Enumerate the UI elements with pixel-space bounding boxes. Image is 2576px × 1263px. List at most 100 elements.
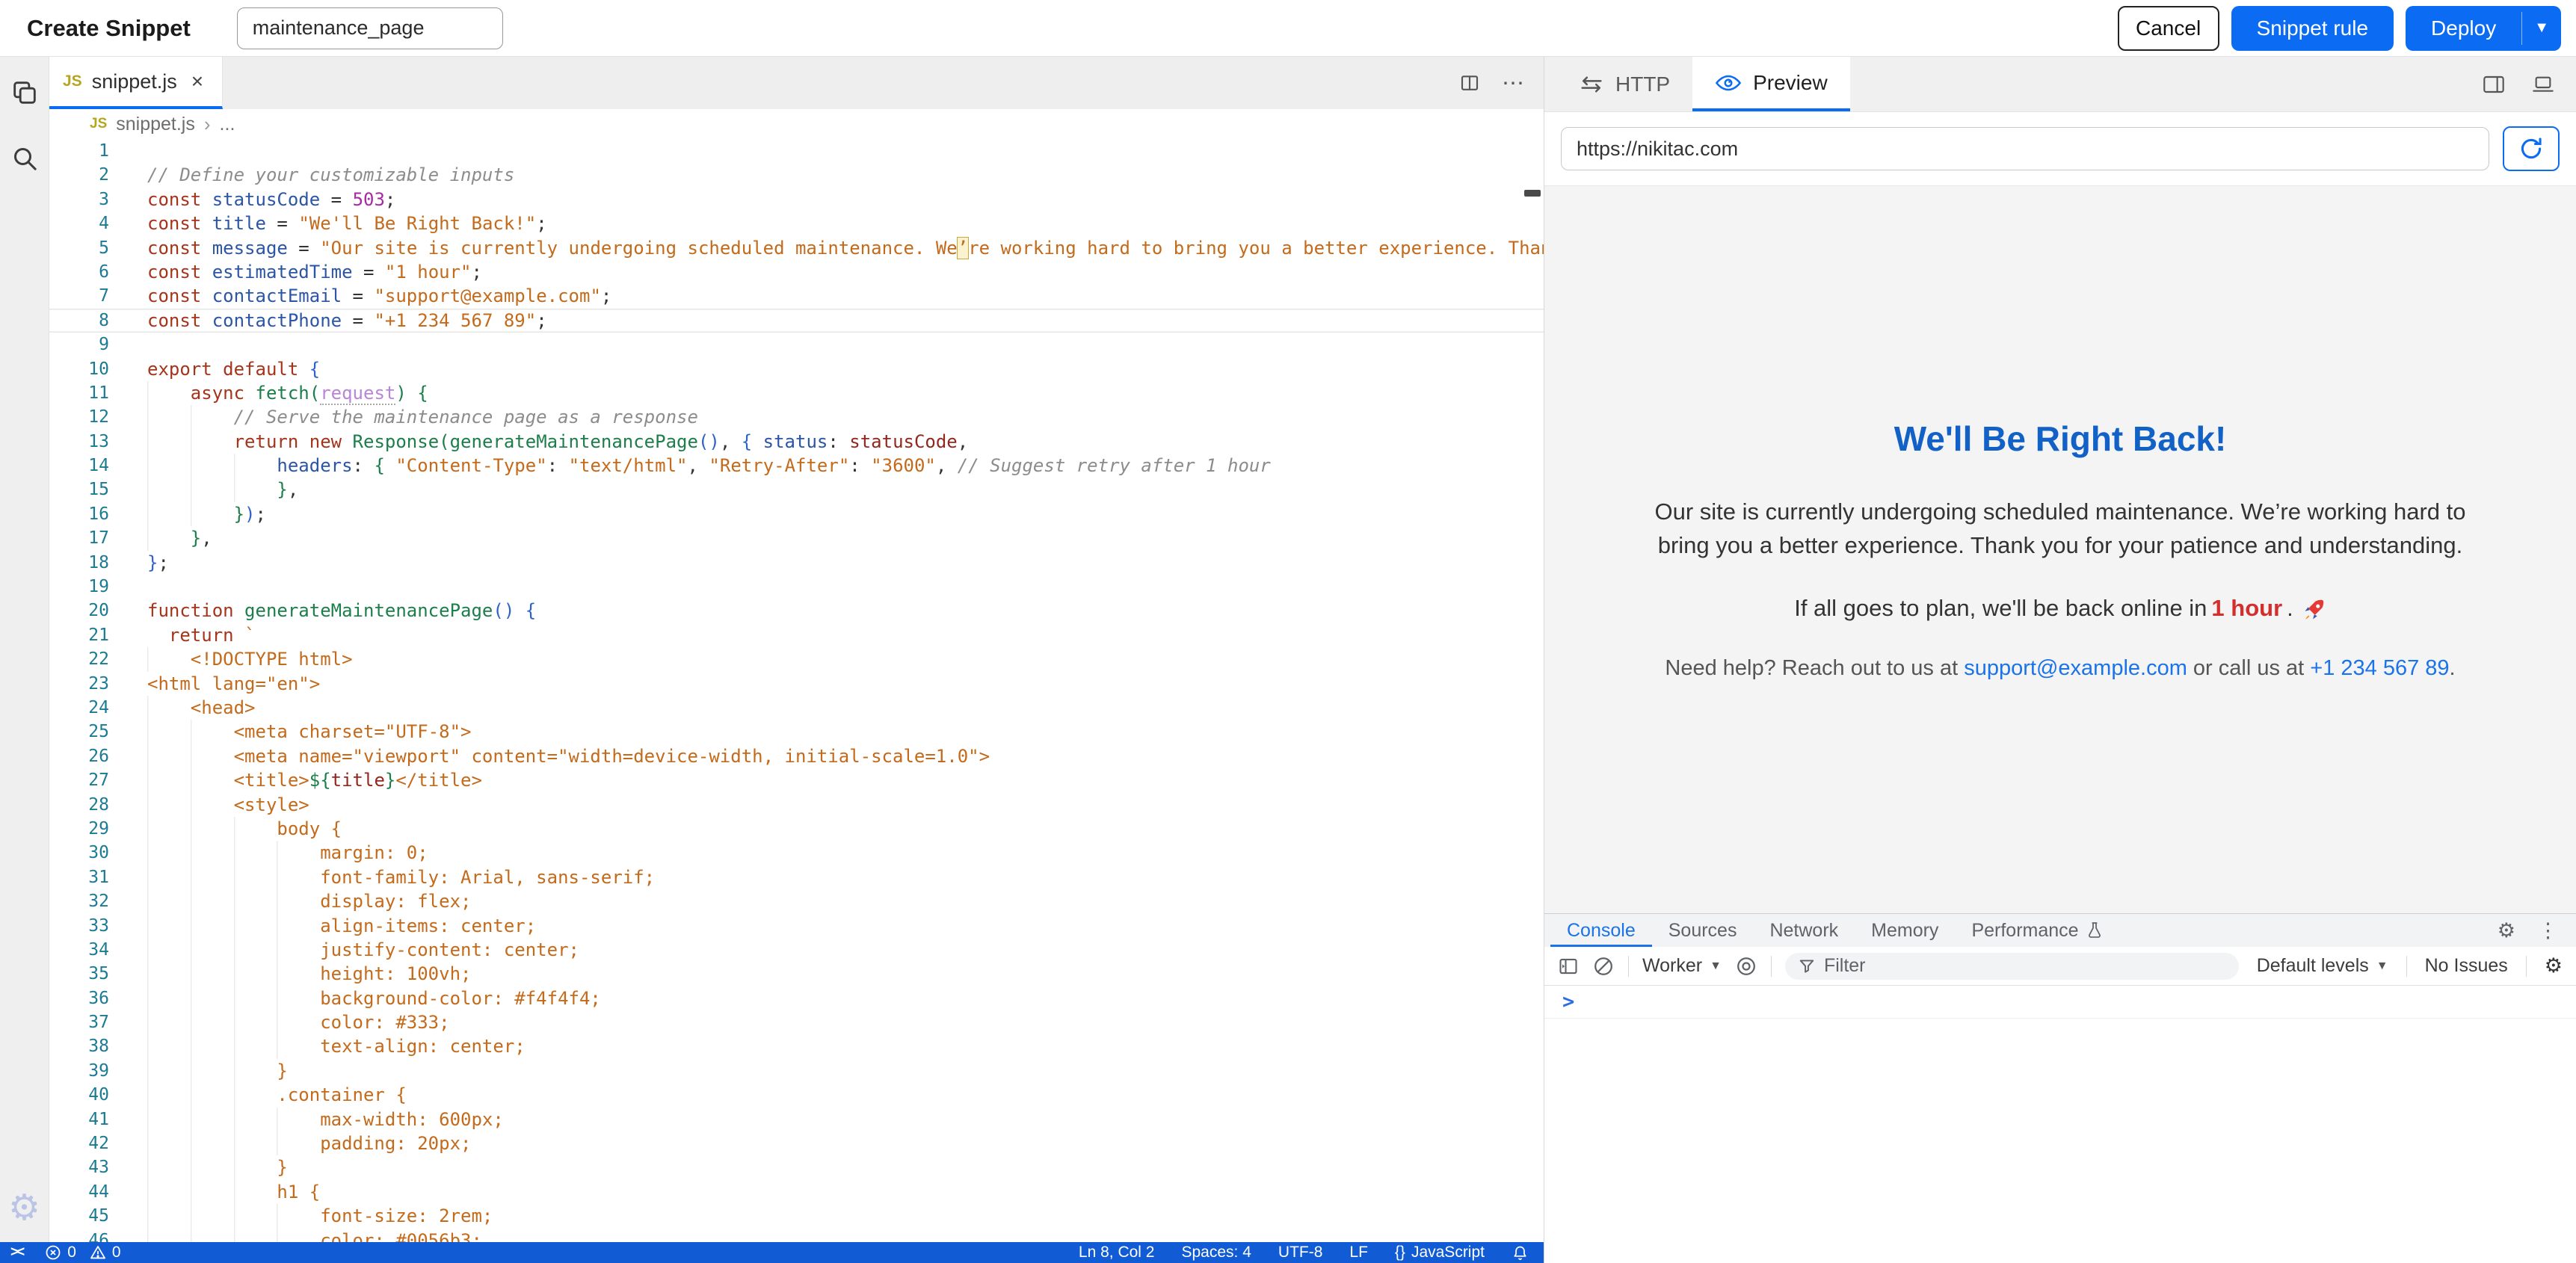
settings-gear-icon[interactable]: ⚙ <box>8 1190 40 1226</box>
devtools-tab-network[interactable]: Network <box>1753 914 1855 947</box>
console-settings-gear-icon[interactable]: ⚙ <box>2545 956 2563 976</box>
deploy-button[interactable]: Deploy ▼ <box>2406 6 2561 51</box>
cancel-button[interactable]: Cancel <box>2118 6 2219 51</box>
code-line[interactable]: 32 display: flex; <box>49 889 1544 913</box>
code-line[interactable]: 33 align-items: center; <box>49 914 1544 938</box>
tab-preview[interactable]: Preview <box>1692 57 1850 111</box>
deploy-caret-icon[interactable]: ▼ <box>2522 6 2561 51</box>
indentation-setting[interactable]: Spaces: 4 <box>1182 1244 1251 1262</box>
code-line[interactable]: 18}; <box>49 551 1544 575</box>
code-line[interactable]: 40 .container { <box>49 1083 1544 1107</box>
more-actions-icon[interactable]: ⋯ <box>1502 70 1526 96</box>
console-context-selector[interactable]: Worker ▼ <box>1642 955 1722 977</box>
code-line[interactable]: 20function generateMaintenancePage() { <box>49 599 1544 623</box>
code-line[interactable]: 34 justify-content: center; <box>49 938 1544 962</box>
code-line[interactable]: 13 return new Response(generateMaintenan… <box>49 430 1544 454</box>
log-levels-selector[interactable]: Default levels ▼ <box>2257 955 2388 977</box>
breadcrumb[interactable]: JS snippet.js › ... <box>49 109 1544 139</box>
language-mode[interactable]: {} JavaScript <box>1395 1244 1485 1262</box>
line-number: 9 <box>49 333 109 356</box>
console-prompt[interactable]: > <box>1544 986 2576 1019</box>
code-lines: 12// Define your customizable inputs3con… <box>49 139 1544 1242</box>
snippet-rule-button[interactable]: Snippet rule <box>2231 6 2394 51</box>
code-line[interactable]: 38 text-align: center; <box>49 1034 1544 1058</box>
code-line[interactable]: 37 color: #333; <box>49 1010 1544 1034</box>
code-line[interactable]: 23<html lang="en"> <box>49 672 1544 696</box>
code-line[interactable]: 3const statusCode = 503; <box>49 188 1544 211</box>
code-line[interactable]: 41 max-width: 600px; <box>49 1108 1544 1131</box>
devtools-tab-performance[interactable]: Performance <box>1955 914 2119 947</box>
devtools-tab-memory[interactable]: Memory <box>1855 914 1955 947</box>
breadcrumb-more[interactable]: ... <box>220 114 235 135</box>
code-line[interactable]: 22 <!DOCTYPE html> <box>49 647 1544 671</box>
devtools-tabbar: Console Sources Network Memory Performan… <box>1544 914 2576 947</box>
scrollbar-marker[interactable] <box>1524 190 1541 197</box>
code-line[interactable]: 14 headers: { "Content-Type": "text/html… <box>49 454 1544 478</box>
code-line[interactable]: 43 } <box>49 1155 1544 1179</box>
console-filter-input[interactable]: Filter <box>1785 953 2239 980</box>
search-icon[interactable] <box>10 143 40 173</box>
code-line[interactable]: 21 return ` <box>49 623 1544 647</box>
code-line[interactable]: 9 <box>49 333 1544 356</box>
code-line[interactable]: 7const contactEmail = "support@example.c… <box>49 284 1544 308</box>
code-line[interactable]: 26 <meta name="viewport" content="width=… <box>49 744 1544 768</box>
problems-indicator[interactable]: 0 0 <box>45 1244 120 1262</box>
code-line[interactable]: 2// Define your customizable inputs <box>49 163 1544 187</box>
devtools-settings-gear-icon[interactable]: ⚙ <box>2498 921 2515 941</box>
tab-http[interactable]: HTTP <box>1556 57 1692 111</box>
code-line[interactable]: 8const contactPhone = "+1 234 567 89"; <box>49 309 1544 333</box>
code-line[interactable]: 35 height: 100vh; <box>49 962 1544 986</box>
code-line[interactable]: 24 <head> <box>49 696 1544 720</box>
code-editor[interactable]: 12// Define your customizable inputs3con… <box>49 139 1544 1242</box>
code-line[interactable]: 31 font-family: Arial, sans-serif; <box>49 865 1544 889</box>
reload-button[interactable] <box>2503 126 2560 171</box>
console-sidebar-toggle-icon[interactable] <box>1558 956 1579 977</box>
code-line[interactable]: 5const message = "Our site is currently … <box>49 236 1544 260</box>
code-line[interactable]: 16 }); <box>49 502 1544 526</box>
code-line[interactable]: 1 <box>49 139 1544 163</box>
support-email-link[interactable]: support@example.com <box>1964 656 2187 680</box>
remote-window-icon[interactable]: >< <box>10 1244 22 1261</box>
cursor-position[interactable]: Ln 8, Col 2 <box>1079 1244 1155 1262</box>
code-line[interactable]: 29 body { <box>49 817 1544 841</box>
code-line[interactable]: 15 }, <box>49 478 1544 501</box>
clear-console-icon[interactable] <box>1592 955 1615 978</box>
line-number: 6 <box>49 260 109 284</box>
devtools-tab-console[interactable]: Console <box>1550 914 1652 947</box>
snippets-icon[interactable] <box>10 78 40 108</box>
code-line[interactable]: 44 h1 { <box>49 1180 1544 1204</box>
code-line[interactable]: 27 <title>${title}</title> <box>49 768 1544 792</box>
code-line[interactable]: 19 <box>49 575 1544 599</box>
snippet-name-input[interactable] <box>237 7 503 49</box>
code-line[interactable]: 28 <style> <box>49 793 1544 817</box>
code-line[interactable]: 25 <meta charset="UTF-8"> <box>49 720 1544 744</box>
code-line[interactable]: 6const estimatedTime = "1 hour"; <box>49 260 1544 284</box>
eol-setting[interactable]: LF <box>1349 1244 1368 1262</box>
split-editor-icon[interactable] <box>1458 72 1481 94</box>
code-line[interactable]: 12 // Serve the maintenance page as a re… <box>49 405 1544 429</box>
notifications-bell-icon[interactable] <box>1512 1244 1529 1262</box>
code-line[interactable]: 10export default { <box>49 357 1544 381</box>
layout-panel-icon[interactable] <box>2482 74 2506 95</box>
encoding-setting[interactable]: UTF-8 <box>1278 1244 1323 1262</box>
code-line[interactable]: 30 margin: 0; <box>49 841 1544 865</box>
kebab-menu-icon[interactable]: ⋮ <box>2538 919 2558 942</box>
code-line[interactable]: 46 color: #0056b3; <box>49 1229 1544 1242</box>
code-line[interactable]: 42 padding: 20px; <box>49 1131 1544 1155</box>
live-expression-icon[interactable] <box>1735 955 1757 978</box>
device-toolbar-icon[interactable] <box>2531 74 2555 95</box>
code-line[interactable]: 45 font-size: 2rem; <box>49 1204 1544 1228</box>
code-line[interactable]: 17 }, <box>49 526 1544 550</box>
devtools-tab-sources[interactable]: Sources <box>1652 914 1754 947</box>
code-line[interactable]: 36 background-color: #f4f4f4; <box>49 986 1544 1010</box>
issues-counter[interactable]: No Issues <box>2425 955 2508 977</box>
close-tab-icon[interactable]: × <box>191 70 203 93</box>
code-line[interactable]: 11 async fetch(request) { <box>49 381 1544 405</box>
breadcrumb-file[interactable]: snippet.js <box>116 114 195 135</box>
editor-tab-snippet-js[interactable]: JS snippet.js × <box>49 57 223 109</box>
phone-link[interactable]: +1 234 567 89 <box>2310 656 2449 680</box>
url-input[interactable] <box>1561 127 2489 170</box>
code-line[interactable]: 39 } <box>49 1059 1544 1083</box>
deploy-label[interactable]: Deploy <box>2406 6 2521 51</box>
code-line[interactable]: 4const title = "We'll Be Right Back!"; <box>49 211 1544 235</box>
